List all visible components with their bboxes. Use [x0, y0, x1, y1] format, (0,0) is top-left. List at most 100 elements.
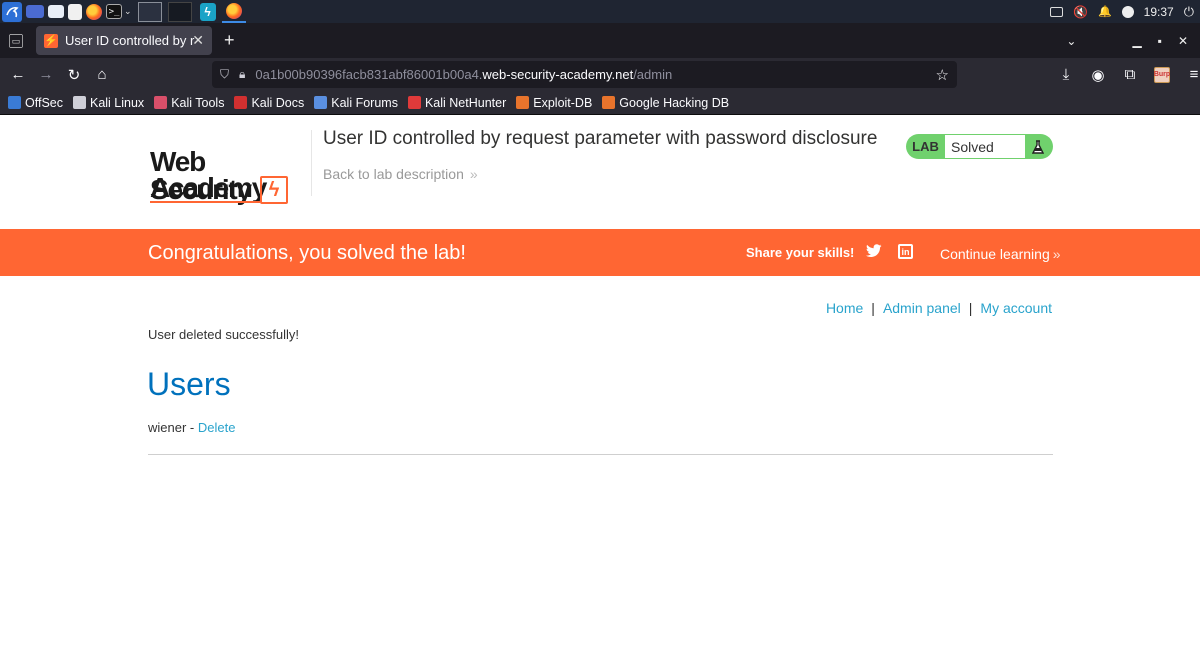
lock-icon[interactable]: 🔒︎	[239, 67, 245, 82]
bookmark-item[interactable]: Kali Linux	[72, 95, 145, 110]
workspace-1[interactable]	[137, 1, 162, 22]
bookmark-label: Kali Forums	[331, 95, 398, 110]
bookmark-favicon-icon	[234, 96, 248, 109]
flask-icon	[1025, 135, 1051, 158]
double-chevron-right-icon: »	[469, 166, 478, 182]
file-manager-icon[interactable]	[48, 5, 64, 18]
user-row: wiener - Delete	[148, 420, 235, 435]
user-separator: -	[189, 420, 195, 435]
show-desktop-icon[interactable]	[26, 5, 44, 18]
lab-label: LAB	[912, 139, 939, 154]
delete-user-link[interactable]: Delete	[198, 420, 236, 435]
maximize-window-icon[interactable]: ▪	[1158, 34, 1162, 48]
browser-nav-toolbar: ← → ↻ ⌂ ⛉ 🔒︎ 0a1b00b90396facb831abf86001…	[0, 58, 1200, 91]
double-chevron-right-icon: »	[1052, 246, 1061, 262]
terminal-icon[interactable]: >_	[106, 4, 122, 19]
bookmark-label: Kali Docs	[251, 95, 305, 110]
status-notice: User deleted successfully!	[148, 327, 300, 342]
continue-learning-link[interactable]: Continue learning»	[940, 246, 1061, 262]
bookmark-star-icon[interactable]: ☆	[936, 66, 949, 84]
bookmark-item[interactable]: OffSec	[8, 96, 63, 110]
nav-home-link[interactable]: Home	[826, 300, 863, 316]
firefox-icon	[225, 2, 242, 19]
home-icon[interactable]: ⌂	[88, 61, 116, 89]
linkedin-icon[interactable]: in	[898, 244, 913, 259]
burp-suite-icon[interactable]: ϟ	[199, 2, 216, 21]
tab-overflow-chevron-icon[interactable]: ⌄	[1066, 34, 1076, 48]
bookmark-item[interactable]: Kali Tools	[154, 96, 224, 110]
bookmark-favicon-icon	[72, 96, 86, 109]
minimize-window-icon[interactable]: ▁	[1132, 34, 1141, 48]
url-text[interactable]: 0a1b00b90396facb831abf86001b00a4.web-sec…	[255, 67, 672, 82]
nav-admin-panel-link[interactable]: Admin panel	[883, 300, 961, 316]
logo-text-line2: Academy	[150, 172, 267, 203]
bookmark-item[interactable]: Exploit-DB	[516, 96, 592, 110]
nav-my-account-link[interactable]: My account	[980, 300, 1052, 316]
kali-menu-icon[interactable]	[2, 1, 22, 22]
lab-status-badge: LAB Solved	[906, 134, 1053, 159]
burp-extension-icon[interactable]: Burp	[1148, 61, 1176, 89]
bookmark-item[interactable]: Kali NetHunter	[407, 95, 507, 110]
twitter-icon[interactable]	[866, 244, 882, 260]
web-page: Web Security Academy ϟ User ID controlle…	[0, 116, 1200, 660]
extensions-icon[interactable]: ⧉	[1116, 61, 1144, 89]
web-security-academy-logo[interactable]: Web Security Academy ϟ	[148, 132, 308, 204]
clock-time[interactable]: 19:37	[1144, 5, 1174, 19]
back-arrow-icon[interactable]: ←	[4, 61, 32, 89]
account-icon[interactable]: ◉	[1084, 61, 1112, 89]
bookmark-label: Kali NetHunter	[424, 95, 507, 110]
bookmarks-toolbar: OffSec Kali Linux Kali Tools Kali Docs Kali …	[0, 91, 1200, 115]
tab-favicon-icon: ⚡	[44, 33, 58, 48]
nav-separator: |	[871, 300, 875, 316]
downloads-icon[interactable]: ⤓	[1052, 61, 1080, 89]
bookmark-favicon-icon	[154, 96, 168, 109]
back-to-lab-description-link[interactable]: Back to lab description»	[323, 166, 478, 182]
tab-title: User ID controlled by request parameter …	[65, 33, 195, 48]
notification-bell-icon[interactable]: 🔔	[1098, 5, 1112, 18]
tracking-shield-icon[interactable]: ⛉	[220, 67, 229, 82]
chevron-down-icon[interactable]: ⌄	[124, 6, 132, 17]
bookmark-favicon-icon	[314, 96, 328, 109]
list-all-tabs-icon[interactable]: ▭	[9, 33, 23, 48]
bookmark-label: Google Hacking DB	[619, 95, 730, 110]
browser-tab-strip: ▭ ⚡ User ID controlled by request parame…	[0, 23, 1200, 58]
bookmark-label: Kali Tools	[171, 95, 225, 110]
new-tab-plus-icon[interactable]: +	[224, 30, 235, 51]
share-skills-label: Share your skills!	[746, 245, 855, 260]
bookmark-item[interactable]: Google Hacking DB	[602, 96, 729, 110]
text-editor-icon[interactable]	[68, 3, 82, 20]
clock-icon	[1121, 5, 1134, 18]
header-divider	[311, 130, 312, 196]
firefox-window-button[interactable]	[221, 0, 246, 23]
speaker-muted-icon[interactable]: 🔇	[1073, 5, 1088, 19]
bookmark-label: Exploit-DB	[533, 95, 593, 110]
bookmark-item[interactable]: Kali Docs	[234, 96, 304, 110]
close-tab-icon[interactable]: ✕	[192, 32, 204, 49]
lab-title: User ID controlled by request parameter …	[323, 128, 878, 149]
bookmark-item[interactable]: Kali Forums	[314, 96, 398, 110]
lab-status-text: Solved	[945, 135, 1025, 158]
user-name: wiener	[148, 420, 187, 435]
bookmark-label: Kali Linux	[89, 95, 145, 110]
url-bar[interactable]: ⛉ 🔒︎ 0a1b00b90396facb831abf86001b00a4.we…	[212, 61, 957, 88]
browser-tab-active[interactable]: ⚡ User ID controlled by request paramete…	[36, 26, 212, 55]
lightning-bolt-icon: ϟ	[260, 176, 288, 204]
display-icon[interactable]	[1050, 6, 1064, 17]
reload-icon[interactable]: ↻	[60, 61, 88, 89]
bookmark-favicon-icon	[516, 96, 530, 109]
menu-hamburger-icon[interactable]: ≡	[1180, 61, 1200, 89]
congratulations-banner: Congratulations, you solved the lab! Sha…	[0, 229, 1200, 276]
close-window-icon[interactable]: ✕	[1178, 34, 1188, 48]
workspace-2[interactable]	[167, 1, 192, 22]
nav-separator: |	[968, 300, 973, 316]
power-icon[interactable]: ⏻	[1184, 4, 1194, 20]
site-nav: Home | Admin panel | My account	[826, 300, 1052, 316]
desktop-taskbar: >_ ⌄ ϟ 🔇 🔔 19:37 ⏻	[0, 0, 1200, 23]
forward-arrow-icon[interactable]: →	[32, 61, 60, 89]
congratulations-message: Congratulations, you solved the lab!	[148, 242, 466, 264]
bookmark-label: OffSec	[25, 95, 63, 110]
bookmark-favicon-icon	[407, 96, 421, 109]
bookmark-favicon-icon	[8, 96, 21, 109]
content-divider	[148, 454, 1053, 455]
firefox-launcher-icon[interactable]	[86, 3, 102, 20]
